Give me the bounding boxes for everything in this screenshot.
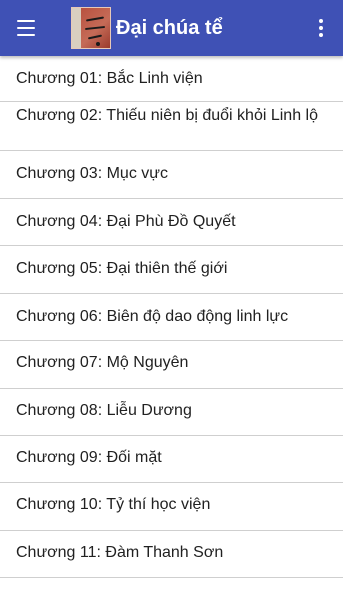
- app-bar: Đại chúa tể: [0, 0, 343, 56]
- chapter-item[interactable]: Chương 09: Đối mặt: [0, 436, 343, 483]
- chapter-item[interactable]: Chương 02: Thiếu niên bị đuổi khỏi Linh …: [0, 102, 343, 151]
- menu-line: [17, 34, 35, 36]
- logo-calligraphy: [84, 25, 106, 31]
- chapter-item[interactable]: Chương 01: Bắc Linh viện: [0, 56, 343, 102]
- chapter-list: Chương 01: Bắc Linh viện Chương 02: Thiế…: [0, 56, 343, 592]
- chapter-item[interactable]: Chương 11: Đàm Thanh Sơn: [0, 531, 343, 578]
- more-vert-icon[interactable]: [313, 16, 329, 40]
- chapter-label: Chương 07: Mộ Nguyên: [16, 354, 189, 371]
- overflow-dot: [319, 26, 323, 30]
- logo-calligraphy: [87, 34, 103, 40]
- chapter-label: Chương 09: Đối mặt: [16, 449, 162, 466]
- chapter-label: Chương 01: Bắc Linh viện: [16, 70, 203, 87]
- logo-calligraphy: [85, 16, 105, 22]
- chapter-label: Chương 08: Liễu Dương: [16, 402, 192, 419]
- app-title: Đại chúa tể: [116, 17, 223, 39]
- chapter-label: Chương 03: Mục vực: [16, 165, 168, 182]
- chapter-label: Chương 10: Tỷ thí học viện: [16, 496, 211, 513]
- chapter-item[interactable]: Chương 08: Liễu Dương: [0, 389, 343, 436]
- app-logo: [71, 7, 111, 49]
- chapter-label: Chương 11: Đàm Thanh Sơn: [16, 544, 224, 561]
- chapter-item[interactable]: Chương 07: Mộ Nguyên: [0, 341, 343, 389]
- chapter-item[interactable]: Chương 06: Biên độ dao động linh lực: [0, 294, 343, 341]
- menu-line: [17, 20, 35, 22]
- chapter-label: Chương 02: Thiếu niên bị đuổi khỏi Linh …: [16, 107, 318, 124]
- chapter-item[interactable]: Chương 04: Đại Phù Đồ Quyết: [0, 199, 343, 246]
- chapter-label: Chương 04: Đại Phù Đồ Quyết: [16, 213, 236, 230]
- chapter-item[interactable]: Chương 03: Mục vực: [0, 151, 343, 199]
- chapter-item[interactable]: Chương 10: Tỷ thí học viện: [0, 483, 343, 531]
- logo-calligraphy: [96, 42, 100, 46]
- chapter-item[interactable]: Chương 05: Đại thiên thế giới: [0, 246, 343, 294]
- logo-band: [72, 8, 81, 48]
- overflow-dot: [319, 19, 323, 23]
- menu-line: [17, 27, 35, 29]
- hamburger-menu-icon[interactable]: [15, 17, 37, 39]
- chapter-label: Chương 06: Biên độ dao động linh lực: [16, 308, 289, 325]
- overflow-dot: [319, 33, 323, 37]
- chapter-label: Chương 05: Đại thiên thế giới: [16, 260, 228, 277]
